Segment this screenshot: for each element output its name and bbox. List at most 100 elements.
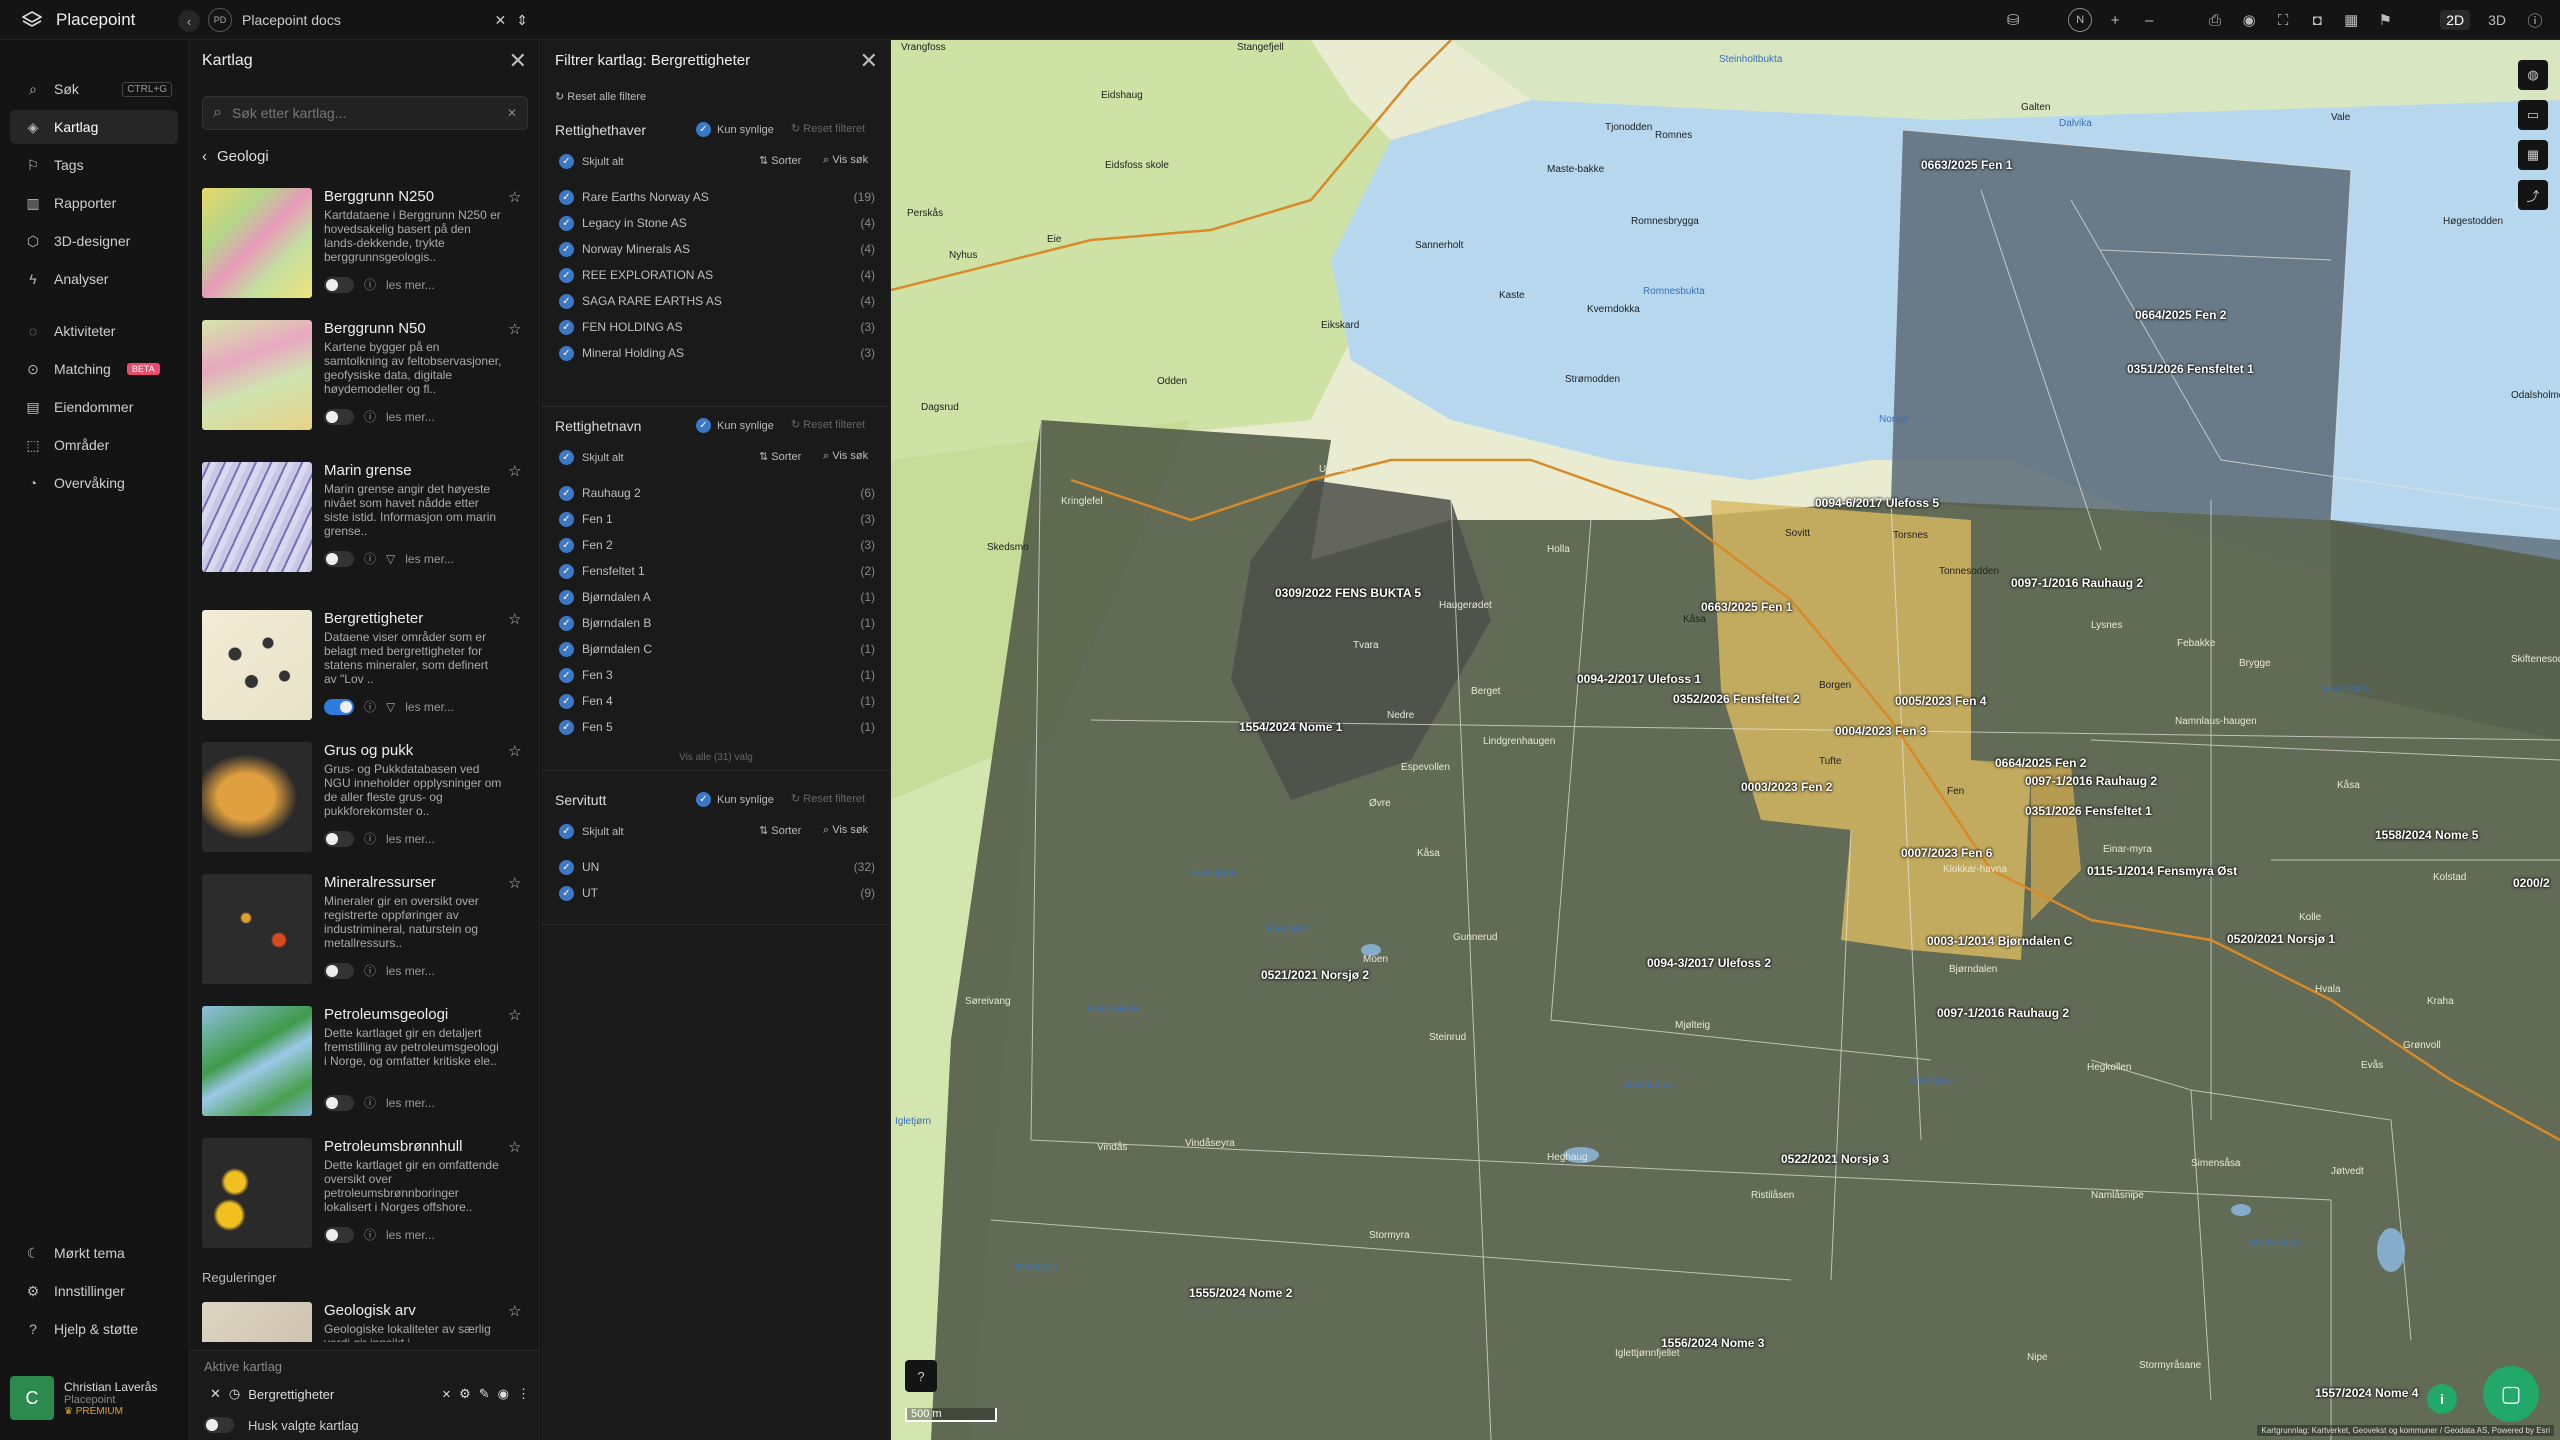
parcel-label[interactable]: 1558/2024 Nome 5 <box>2375 828 2478 842</box>
favorite-star-icon[interactable]: ☆ <box>508 1138 521 1156</box>
eye-icon[interactable]: ◉ <box>2238 9 2260 31</box>
zoom-in-icon[interactable]: + <box>2104 9 2126 31</box>
filter-option[interactable]: ✓ Fen 5 (1) <box>559 716 875 738</box>
only-visible-toggle[interactable]: ✓ Kun synlige <box>696 792 774 807</box>
parcel-label[interactable]: 0351/2026 Fensfeltet 1 <box>2127 362 2254 376</box>
filter-option[interactable]: ✓ Bjørndalen A (1) <box>559 586 875 608</box>
layer-card[interactable]: Bergrettigheter Dataene viser områder so… <box>202 610 532 730</box>
layer-card[interactable]: Petroleumsbrønnhull Dette kartlaget gir … <box>202 1138 532 1258</box>
reset-all-filters-button[interactable]: ↻ Reset alle filtere <box>555 90 646 103</box>
nav-item-matching[interactable]: ⊙ Matching BETA <box>10 352 178 386</box>
chat-support-icon[interactable]: ▢ <box>2483 1366 2539 1422</box>
camera-icon[interactable]: ◘ <box>2306 9 2328 31</box>
active-layer-row[interactable]: ✕ ◷ Bergrettigheter ✕ ⚙ ✎ ◉ ⋮ <box>210 1383 530 1405</box>
parcel-label[interactable]: 1557/2024 Nome 4 <box>2315 1386 2418 1400</box>
favorite-star-icon[interactable]: ☆ <box>508 874 521 892</box>
hide-all-toggle[interactable]: ✓ Skjult alt <box>559 824 624 839</box>
parcel-label[interactable]: 0094-2/2017 Ulefoss 1 <box>1577 672 1701 686</box>
parcel-label[interactable]: 0003-1/2014 Bjørndalen C <box>1927 934 2072 948</box>
show-all-options-link[interactable]: Vis alle (31) valg <box>541 752 891 763</box>
nav-item-properties[interactable]: ▤ Eiendommer <box>10 390 178 424</box>
info-icon[interactable]: ⓘ <box>364 276 376 293</box>
nav-item-3d-designer[interactable]: ⬡ 3D-designer <box>10 224 178 258</box>
parcel-label[interactable]: 0097-1/2016 Rauhaug 2 <box>2011 576 2143 590</box>
parcel-label[interactable]: 0664/2025 Fen 2 <box>1995 756 2086 770</box>
user-profile[interactable]: C Christian Laverås Placepoint ♛ PREMIUM <box>10 1370 182 1426</box>
reset-filter-button[interactable]: ↻ Reset filteret <box>791 122 865 135</box>
layer-toggle[interactable] <box>324 962 354 979</box>
show-search-button[interactable]: ⌕ Vis søk <box>823 154 868 167</box>
close-workspace-icon[interactable]: ✕ <box>495 12 507 29</box>
mode-3d-button[interactable]: 3D <box>2482 10 2512 30</box>
layer-card[interactable]: Petroleumsgeologi Dette kartlaget gir en… <box>202 1006 532 1126</box>
nav-item-dark-theme[interactable]: ☾ Mørkt tema <box>10 1236 178 1270</box>
nav-item-tags[interactable]: ⚐ Tags <box>10 148 178 182</box>
filter-option[interactable]: ✓ Rare Earths Norway AS (19) <box>559 186 875 208</box>
hide-all-toggle[interactable]: ✓ Skjult alt <box>559 450 624 465</box>
bookmark-icon[interactable]: ⚑ <box>2374 9 2396 31</box>
nav-item-activities[interactable]: ◌ Aktiviteter <box>10 314 178 348</box>
parcel-label[interactable]: 0664/2025 Fen 2 <box>2135 308 2226 322</box>
filter-option[interactable]: ✓ Legacy in Stone AS (4) <box>559 212 875 234</box>
info-icon[interactable]: ⓘ <box>364 698 376 715</box>
clear-search-icon[interactable]: ✕ <box>507 106 517 120</box>
nav-item-settings[interactable]: ⚙ Innstillinger <box>10 1274 178 1308</box>
parcel-label[interactable]: 0007/2023 Fen 6 <box>1901 846 1992 860</box>
parcel-label[interactable]: 0200/2 <box>2513 876 2550 890</box>
settings-icon[interactable]: ⚙ <box>459 1386 471 1402</box>
remember-layers-toggle[interactable] <box>204 1417 234 1433</box>
parcel-label[interactable]: 1554/2024 Nome 1 <box>1239 720 1342 734</box>
parcel-label[interactable]: 0094-6/2017 Ulefoss 5 <box>1815 496 1939 510</box>
close-icon[interactable]: ✕ <box>509 48 527 74</box>
parcel-label[interactable]: 0520/2021 Norsjø 1 <box>2227 932 2335 946</box>
info-icon[interactable]: ⓘ <box>364 550 376 567</box>
favorite-star-icon[interactable]: ☆ <box>508 320 521 338</box>
parcel-label[interactable]: 0521/2021 Norsjø 2 <box>1261 968 1369 982</box>
back-to-category[interactable]: ‹ Geologi <box>202 148 269 165</box>
read-more-link[interactable]: les mer... <box>405 552 454 566</box>
filter-option[interactable]: ✓ UN (32) <box>559 856 875 878</box>
filter-option[interactable]: ✓ Fen 3 (1) <box>559 664 875 686</box>
only-visible-toggle[interactable]: ✓ Kun synlige <box>696 418 774 433</box>
parcel-label[interactable]: 0004/2023 Fen 3 <box>1835 724 1926 738</box>
layer-card[interactable]: Mineralressurser Mineraler gir en oversi… <box>202 874 532 994</box>
reset-filter-button[interactable]: ↻ Reset filteret <box>791 792 865 805</box>
parcel-label[interactable]: 0663/2025 Fen 1 <box>1701 600 1792 614</box>
parcel-label[interactable]: 0003/2023 Fen 2 <box>1741 780 1832 794</box>
filter-option[interactable]: ✓ Mineral Holding AS (3) <box>559 342 875 364</box>
info-icon[interactable]: ⓘ <box>364 1226 376 1243</box>
read-more-link[interactable]: les mer... <box>386 1228 435 1242</box>
layer-card[interactable]: Grus og pukk Grus- og Pukkdatabasen ved … <box>202 742 532 862</box>
filter-option[interactable]: ✓ Bjørndalen C (1) <box>559 638 875 660</box>
info-icon[interactable]: i <box>2427 1384 2457 1414</box>
measure-icon[interactable]: ▭ <box>2518 100 2548 130</box>
read-more-link[interactable]: les mer... <box>386 278 435 292</box>
parcel-label[interactable]: 0094-3/2017 Ulefoss 2 <box>1647 956 1771 970</box>
show-search-button[interactable]: ⌕ Vis søk <box>823 450 868 463</box>
filter-option[interactable]: ✓ Fensfeltet 1 (2) <box>559 560 875 582</box>
read-more-link[interactable]: les mer... <box>386 1096 435 1110</box>
filter-option[interactable]: ✓ Fen 2 (3) <box>559 534 875 556</box>
layer-toggle[interactable] <box>324 1226 354 1243</box>
north-arrow-icon[interactable]: N <box>2068 8 2093 32</box>
layer-toggle[interactable] <box>324 698 354 715</box>
layers-globe-icon[interactable]: ◍ <box>2518 60 2548 90</box>
nav-item-areas[interactable]: ⬚ Områder <box>10 428 178 462</box>
parcel-label[interactable]: 0309/2022 FENS BUKTA 5 <box>1275 586 1421 600</box>
read-more-link[interactable]: les mer... <box>386 832 435 846</box>
filter-option[interactable]: ✓ FEN HOLDING AS (3) <box>559 316 875 338</box>
favorite-star-icon[interactable]: ☆ <box>508 188 521 206</box>
workspace-selector[interactable]: PD Placepoint docs ✕ ⇕ <box>208 5 528 35</box>
filter-option[interactable]: ✓ Norway Minerals AS (4) <box>559 238 875 260</box>
sort-button[interactable]: ⇅ Sorter <box>759 450 801 463</box>
filter-option[interactable]: ✓ Fen 1 (3) <box>559 508 875 530</box>
info-icon[interactable]: ⓘ <box>364 1094 376 1111</box>
layer-search-input[interactable] <box>231 105 497 121</box>
filter-option[interactable]: ✓ UT (9) <box>559 882 875 904</box>
sort-button[interactable]: ⇅ Sorter <box>759 154 801 167</box>
show-search-button[interactable]: ⌕ Vis søk <box>823 824 868 837</box>
parcel-label[interactable]: 0522/2021 Norsjø 3 <box>1781 1152 1889 1166</box>
layer-card[interactable]: Berggrunn N50 Kartene bygger på en samto… <box>202 320 532 440</box>
layer-card[interactable]: Berggrunn N250 Kartdataene i Berggrunn N… <box>202 188 532 308</box>
layer-toggle[interactable] <box>324 830 354 847</box>
